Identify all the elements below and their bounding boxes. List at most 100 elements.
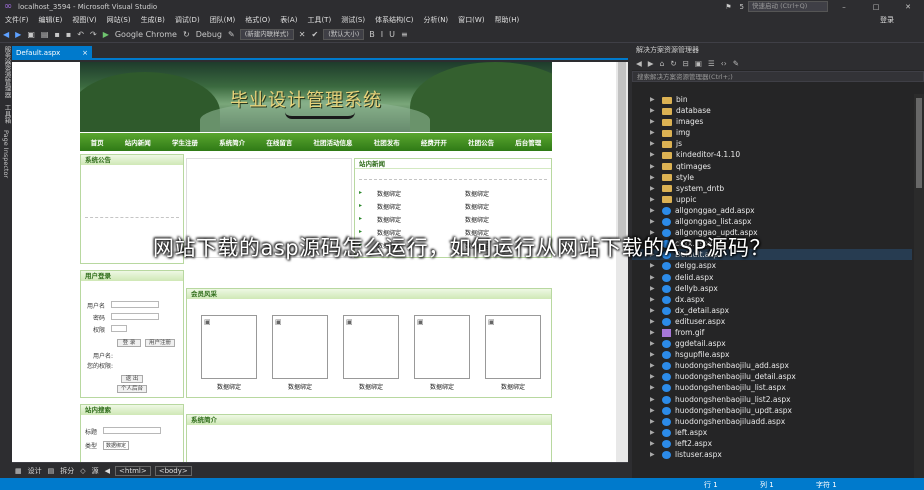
notification-flag-icon[interactable]: ⚑ xyxy=(725,3,731,11)
nav-left-icon[interactable]: ◀ xyxy=(102,467,113,475)
expand-arrow-icon[interactable]: ▶ xyxy=(650,272,655,283)
expand-arrow-icon[interactable]: ▶ xyxy=(650,149,655,160)
expand-arrow-icon[interactable]: ▶ xyxy=(650,427,655,438)
solution-search-input[interactable]: 搜索解决方案资源管理器(Ctrl+;) xyxy=(632,71,924,82)
expand-arrow-icon[interactable]: ▶ xyxy=(650,394,655,405)
tree-item[interactable]: ▶ system_dntb xyxy=(632,183,912,194)
news-row[interactable]: 数据绑定 xyxy=(465,189,489,198)
member-photo[interactable]: ▣ xyxy=(343,315,399,379)
expand-arrow-icon[interactable]: ▶ xyxy=(650,438,655,449)
logout-button[interactable]: 退 出 xyxy=(121,375,143,383)
expand-arrow-icon[interactable]: ▶ xyxy=(650,349,655,360)
nav-news[interactable]: 站内新闻 xyxy=(125,137,151,147)
notification-count[interactable]: 5 xyxy=(740,3,744,11)
nav-notice[interactable]: 社团公告 xyxy=(468,137,494,147)
role-select[interactable] xyxy=(111,325,127,332)
underline-icon[interactable]: U xyxy=(386,30,398,39)
tree-item[interactable]: ▶ kindeditor-4.1.10 xyxy=(632,149,912,160)
split-view-button[interactable]: 拆分 xyxy=(57,466,77,476)
refresh-icon[interactable]: ↻ xyxy=(670,59,676,68)
open-folder-icon[interactable]: ▤ xyxy=(38,30,52,39)
menu-website[interactable]: 网站(S) xyxy=(102,15,136,25)
search-type-select[interactable]: 数据绑定 xyxy=(103,441,130,450)
tag-body[interactable]: <body> xyxy=(154,465,192,476)
tree-item[interactable]: ▶ huodongshenbaojilu_list.aspx xyxy=(632,382,912,393)
menu-tools[interactable]: 工具(T) xyxy=(302,15,336,25)
refresh-icon[interactable]: ↻ xyxy=(180,30,193,39)
nav-admin[interactable]: 后台管理 xyxy=(515,137,541,147)
home-icon[interactable]: ⌂ xyxy=(660,59,665,68)
tree-item[interactable]: ▶ delgg.aspx xyxy=(632,260,912,271)
quick-launch-input[interactable]: 快速启动 (Ctrl+Q) xyxy=(748,1,828,12)
tree-item[interactable]: ▶ img xyxy=(632,127,912,138)
tree-item[interactable]: ▶ listuser.aspx xyxy=(632,449,912,460)
expand-arrow-icon[interactable]: ▶ xyxy=(650,294,655,305)
source-view-button[interactable]: 源 xyxy=(89,466,102,476)
nav-home[interactable]: 首页 xyxy=(91,137,104,147)
page-inspector-tab[interactable]: Page Inspector xyxy=(2,130,10,178)
expand-arrow-icon[interactable]: ▶ xyxy=(650,316,655,327)
password-input[interactable] xyxy=(111,313,159,320)
expand-arrow-icon[interactable]: ▶ xyxy=(650,449,655,460)
menu-test[interactable]: 测试(S) xyxy=(336,15,370,25)
menu-view[interactable]: 视图(V) xyxy=(67,15,101,25)
tree-item[interactable]: ▶ dellyb.aspx xyxy=(632,283,912,294)
menu-build[interactable]: 生成(B) xyxy=(136,15,170,25)
nav-register[interactable]: 学生注册 xyxy=(172,137,198,147)
tree-item[interactable]: ▶ allgonggao_list.aspx xyxy=(632,216,912,227)
menu-debug[interactable]: 调试(D) xyxy=(170,15,205,25)
design-view-button[interactable]: 设计 xyxy=(25,466,45,476)
properties-icon[interactable]: ☰ xyxy=(708,59,715,68)
tree-item[interactable]: ▶ qtimages xyxy=(632,161,912,172)
back-icon[interactable]: ◀ xyxy=(636,59,642,68)
view-code-icon[interactable]: ‹› xyxy=(721,59,727,68)
personal-center-button[interactable]: 个人后台 xyxy=(117,385,147,393)
tree-item[interactable]: ▶ huodongshenbaojilu_detail.aspx xyxy=(632,371,912,382)
collapse-icon[interactable]: ⊟ xyxy=(683,59,689,68)
expand-arrow-icon[interactable]: ▶ xyxy=(650,305,655,316)
tag-html[interactable]: <html> xyxy=(115,465,151,476)
designer-scrollbar[interactable] xyxy=(616,62,628,462)
browser-select[interactable]: Google Chrome xyxy=(112,30,180,39)
tree-item[interactable]: ▶ left2.aspx xyxy=(632,438,912,449)
forward-icon[interactable]: ▶ xyxy=(648,59,654,68)
news-row[interactable]: 数据绑定 xyxy=(465,202,489,211)
expand-arrow-icon[interactable]: ▶ xyxy=(650,216,655,227)
login-button[interactable]: 登 录 xyxy=(117,339,141,347)
design-surface[interactable]: 毕业设计管理系统 首页 站内新闻 学生注册 系统简介 在线留言 社团活动信息 社… xyxy=(12,62,628,462)
tree-item[interactable]: ▶ hsgupfile.aspx xyxy=(632,349,912,360)
nav-message[interactable]: 在线留言 xyxy=(266,137,292,147)
expand-arrow-icon[interactable]: ▶ xyxy=(650,338,655,349)
tree-item[interactable]: ▶ ggdetail.aspx xyxy=(632,338,912,349)
tree-item[interactable]: ▶ huodongshenbaojiluadd.aspx xyxy=(632,416,912,427)
tree-item[interactable]: ▶ bin xyxy=(632,94,912,105)
close-tab-icon[interactable]: × xyxy=(82,46,88,60)
expand-arrow-icon[interactable]: ▶ xyxy=(650,327,655,338)
menu-edit[interactable]: 编辑(E) xyxy=(34,15,68,25)
nav-publish[interactable]: 社团发布 xyxy=(374,137,400,147)
expand-arrow-icon[interactable]: ▶ xyxy=(650,127,655,138)
expand-arrow-icon[interactable]: ▶ xyxy=(650,205,655,216)
apply-style-icon[interactable]: ✔ xyxy=(308,30,321,39)
forward-icon[interactable]: ▶ xyxy=(12,30,24,39)
tree-item[interactable]: ▶ edituser.aspx xyxy=(632,316,912,327)
expand-arrow-icon[interactable]: ▶ xyxy=(650,371,655,382)
member-photo[interactable]: ▣ xyxy=(485,315,541,379)
close-window-button[interactable]: ✕ xyxy=(896,3,920,11)
expand-arrow-icon[interactable]: ▶ xyxy=(650,260,655,271)
tree-item[interactable]: ▶ js xyxy=(632,138,912,149)
menu-window[interactable]: 窗口(W) xyxy=(453,15,489,25)
undo-icon[interactable]: ↶ xyxy=(74,30,87,39)
minimize-button[interactable]: – xyxy=(832,3,856,11)
solution-scrollbar[interactable] xyxy=(914,94,924,478)
expand-arrow-icon[interactable]: ▶ xyxy=(650,405,655,416)
news-row[interactable]: 数据绑定 xyxy=(377,215,401,224)
tree-item[interactable]: ▶ images xyxy=(632,116,912,127)
new-project-icon[interactable]: ▣ xyxy=(24,30,38,39)
search-title-input[interactable] xyxy=(103,427,161,434)
clear-style-icon[interactable]: ✕ xyxy=(296,30,309,39)
tree-item[interactable]: ▶ allgonggao_add.aspx xyxy=(632,205,912,216)
news-row[interactable]: 数据绑定 xyxy=(377,189,401,198)
save-icon[interactable]: ▪ xyxy=(51,30,62,39)
tree-item[interactable]: ▶ huodongshenbaojilu_updt.aspx xyxy=(632,405,912,416)
